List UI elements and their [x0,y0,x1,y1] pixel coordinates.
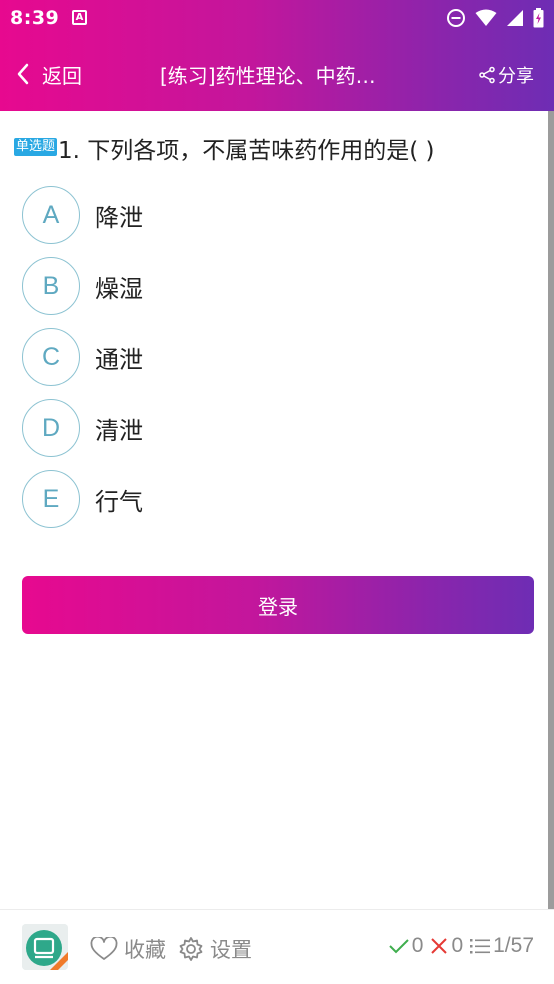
option-c[interactable]: C 通泄 [22,328,522,386]
page-title: [练习]药性理论、中药的作用 [160,64,382,88]
favorite-label: 收藏 [124,938,166,962]
settings-label: 设置 [210,938,252,962]
option-text: 行气 [95,487,143,516]
settings-button[interactable]: 设置 [178,934,252,964]
option-text: 燥湿 [95,274,143,303]
dnd-icon [447,9,465,27]
back-label: 返回 [42,63,82,88]
check-icon [389,939,409,954]
system-icons [446,8,544,28]
notification-icon: A [72,10,87,25]
chevron-left-icon [17,63,29,85]
list-icon [470,939,491,954]
option-e[interactable]: E 行气 [22,470,522,528]
login-button[interactable]: 登录 [22,576,534,634]
app-logo-icon [22,924,68,970]
nav-bar: 返回 [练习]药性理论、中药的作用 分享 [0,36,554,111]
option-d[interactable]: D 清泄 [22,399,522,457]
question-header: 单选题 1. 下列各项，不属苦味药作用的是( ) [14,131,534,165]
back-button[interactable]: 返回 [16,60,82,88]
wrong-stat: 0 [429,934,463,958]
correct-count: 0 [411,934,424,957]
app-logo [22,924,68,970]
status-time: 8:39 [10,7,60,29]
option-letter: C [22,328,80,386]
option-text: 通泄 [95,345,143,374]
wifi-icon [475,9,497,26]
progress-stat[interactable]: 1/57 [469,934,534,958]
header: 8:39 A 返回 [练习]药性理论、中药的作用 分享 [0,0,554,111]
heart-icon [90,937,118,960]
option-a[interactable]: A 降泄 [22,186,522,244]
cross-icon [431,938,448,954]
share-button[interactable]: 分享 [478,62,534,88]
question-type-badge: 单选题 [14,138,58,156]
progress-count: 1/57 [493,934,534,957]
option-text: 降泄 [95,203,143,232]
option-letter: D [22,399,80,457]
signal-icon [507,10,523,26]
options-list: A 降泄 B 燥湿 C 通泄 D 清泄 E 行气 [22,186,522,541]
answer-stats: 0 0 1/57 [382,934,534,958]
share-icon [479,66,495,84]
question-text: 1. 下列各项，不属苦味药作用的是( ) [58,138,435,164]
favorite-button[interactable]: 收藏 [90,934,166,964]
share-label: 分享 [498,66,534,87]
option-letter: A [22,186,80,244]
status-bar: 8:39 A [0,0,554,36]
bottom-toolbar: 收藏 设置 0 0 1/57 [0,909,554,984]
battery-icon [533,8,544,28]
correct-stat: 0 [388,934,424,958]
scrollbar[interactable] [548,111,554,909]
option-letter: E [22,470,80,528]
gear-icon [179,937,203,961]
option-letter: B [22,257,80,315]
option-text: 清泄 [95,416,143,445]
wrong-count: 0 [451,934,464,957]
option-b[interactable]: B 燥湿 [22,257,522,315]
